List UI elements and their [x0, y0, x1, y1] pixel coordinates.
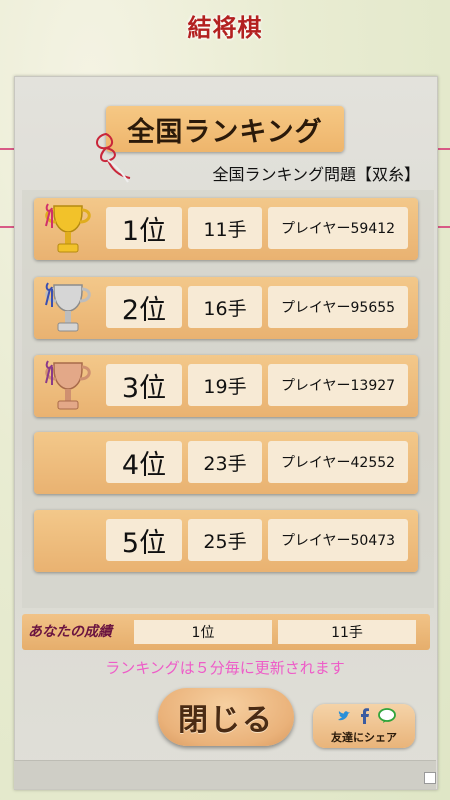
- moves-cell: 25手: [188, 519, 262, 561]
- moves-cell: 16手: [188, 286, 262, 328]
- player-cell: プレイヤー42552: [268, 441, 408, 483]
- share-label: 友達にシェア: [331, 731, 397, 744]
- knot-icon: [96, 132, 131, 183]
- ranking-row: 3位 19手 プレイヤー13927: [34, 355, 418, 417]
- your-result-label: あなたの成績: [28, 624, 112, 640]
- share-button[interactable]: 友達にシェア: [313, 704, 415, 748]
- twitter-icon: [338, 711, 350, 721]
- ranking-row: 1位 11手 プレイヤー59412: [34, 198, 418, 260]
- panel-footer: [14, 760, 436, 789]
- rank-cell: 1位: [106, 207, 182, 249]
- share-icons: [331, 708, 401, 726]
- rank-cell: 5位: [106, 519, 182, 561]
- rank-cell: 2位: [106, 286, 182, 328]
- corner-indicator: [424, 772, 436, 784]
- your-rank-cell: 1位: [134, 620, 272, 644]
- ranking-row: 5位 25手 プレイヤー50473: [34, 510, 418, 572]
- moves-cell: 23手: [188, 441, 262, 483]
- your-result-bar: あなたの成績 1位 11手: [22, 614, 430, 650]
- ranking-subtitle: 全国ランキング問題【双糸】: [212, 165, 420, 184]
- ranking-header: 全国ランキング: [106, 106, 344, 152]
- your-moves-cell: 11手: [278, 620, 416, 644]
- player-cell: プレイヤー95655: [268, 286, 408, 328]
- ranking-row: 2位 16手 プレイヤー95655: [34, 277, 418, 339]
- moves-cell: 11手: [188, 207, 262, 249]
- close-button[interactable]: 閉じる: [158, 688, 294, 746]
- ranking-row: 4位 23手 プレイヤー42552: [34, 432, 418, 494]
- update-notice: ランキングは５分毎に更新されます: [105, 659, 345, 677]
- rank-cell: 4位: [106, 441, 182, 483]
- bronze-trophy-icon: [45, 360, 91, 410]
- player-cell: プレイヤー13927: [268, 364, 408, 406]
- moves-cell: 19手: [188, 364, 262, 406]
- line-chat-icon: [378, 708, 396, 723]
- facebook-icon: [361, 708, 369, 724]
- rank-cell: 3位: [106, 364, 182, 406]
- app-title: 結将棋: [187, 13, 263, 42]
- player-cell: プレイヤー50473: [268, 519, 408, 561]
- player-cell: プレイヤー59412: [268, 207, 408, 249]
- silver-trophy-icon: [45, 282, 91, 332]
- gold-trophy-icon: [45, 203, 91, 253]
